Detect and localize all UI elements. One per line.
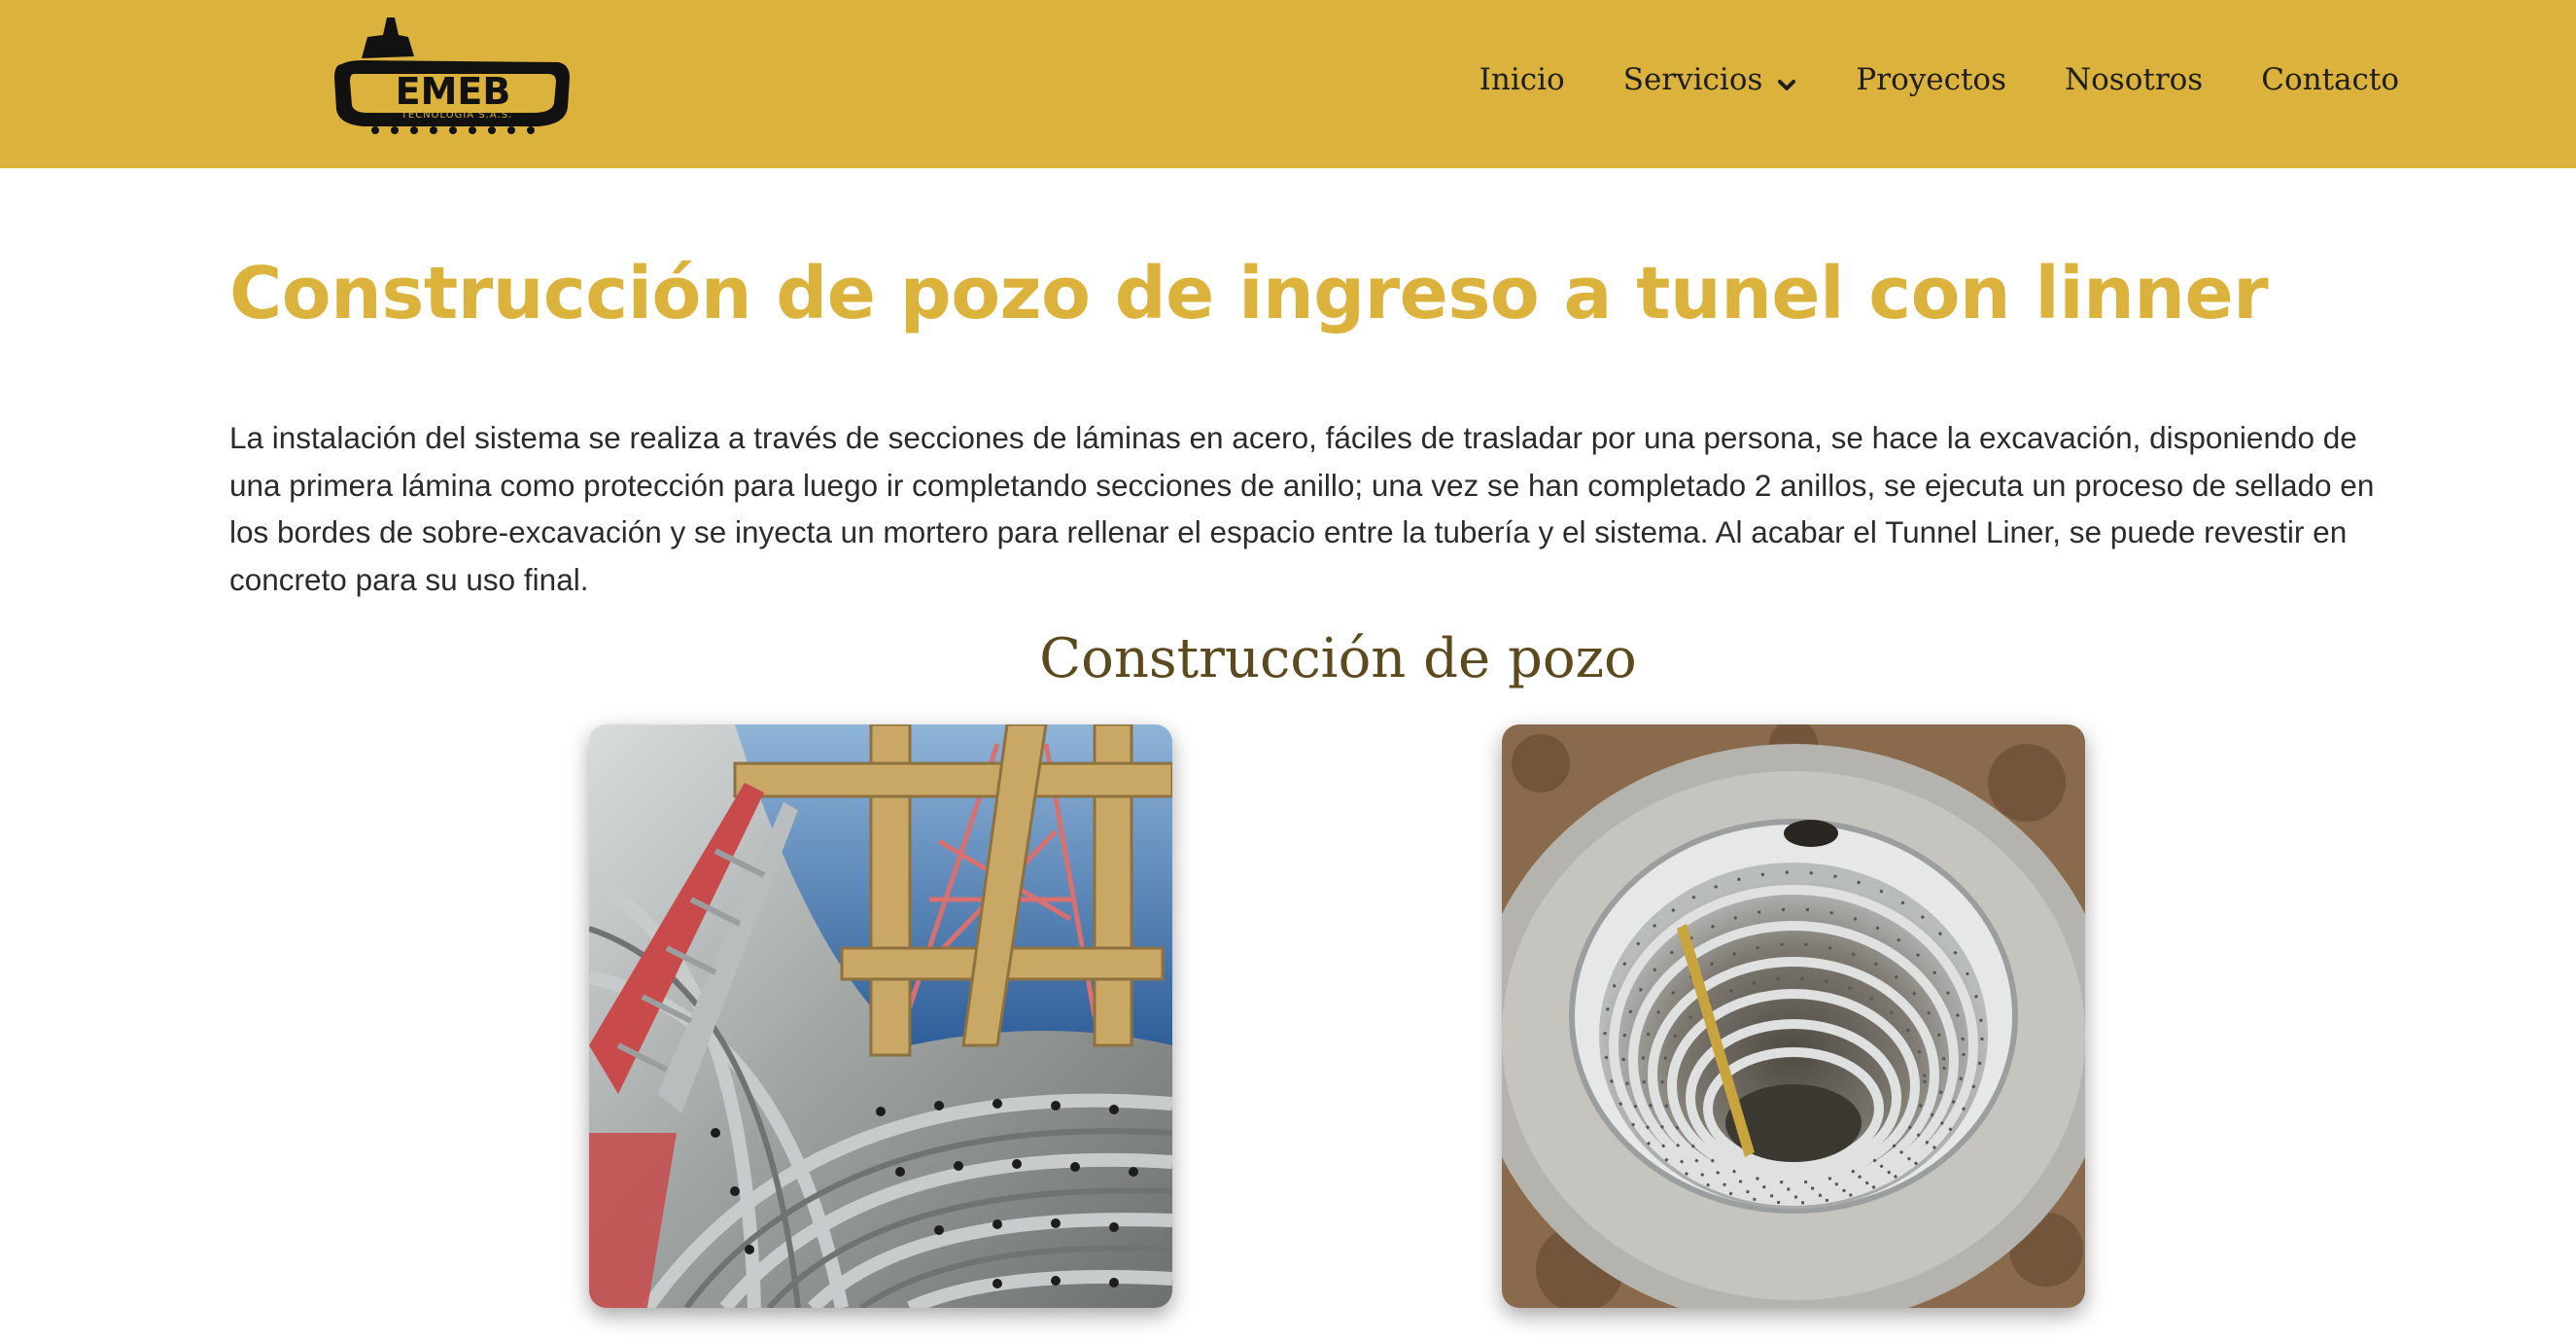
site-header: EMEB TECNOLOGÍA S.A.S. Inicio Servicios … xyxy=(0,0,2576,168)
logo-excavator-icon: EMEB TECNOLOGÍA S.A.S. xyxy=(333,18,571,134)
nav-label: Inicio xyxy=(1479,62,1565,97)
shaft-top-view-photo xyxy=(1502,724,2085,1308)
main-nav: Inicio Servicios Proyectos Nosotros Cont… xyxy=(1479,51,2399,109)
svg-text:TECNOLOGÍA S.A.S.: TECNOLOGÍA S.A.S. xyxy=(400,108,512,121)
emeb-logo[interactable]: EMEB TECNOLOGÍA S.A.S. xyxy=(325,8,575,136)
nav-servicios[interactable]: Servicios xyxy=(1623,62,1798,97)
intro-paragraph: La instalación del sistema se realiza a … xyxy=(229,420,2375,597)
nav-contacto[interactable]: Contacto xyxy=(2261,62,2399,97)
nav-inicio[interactable]: Inicio xyxy=(1479,62,1565,97)
svg-text:EMEB: EMEB xyxy=(396,70,511,113)
chevron-down-icon[interactable] xyxy=(1776,69,1797,90)
page-title: Construcción de pozo de ingreso a tunel … xyxy=(229,252,2269,335)
shaft-interior-photo xyxy=(589,724,1172,1308)
nav-label: Contacto xyxy=(2261,62,2399,97)
section-title: Construcción de pozo xyxy=(1039,627,1637,690)
nav-nosotros[interactable]: Nosotros xyxy=(2065,62,2203,97)
nav-label: Servicios xyxy=(1622,62,1763,97)
nav-label: Nosotros xyxy=(2065,62,2204,97)
nav-label: Proyectos xyxy=(1856,62,2006,97)
nav-proyectos[interactable]: Proyectos xyxy=(1856,62,2006,97)
